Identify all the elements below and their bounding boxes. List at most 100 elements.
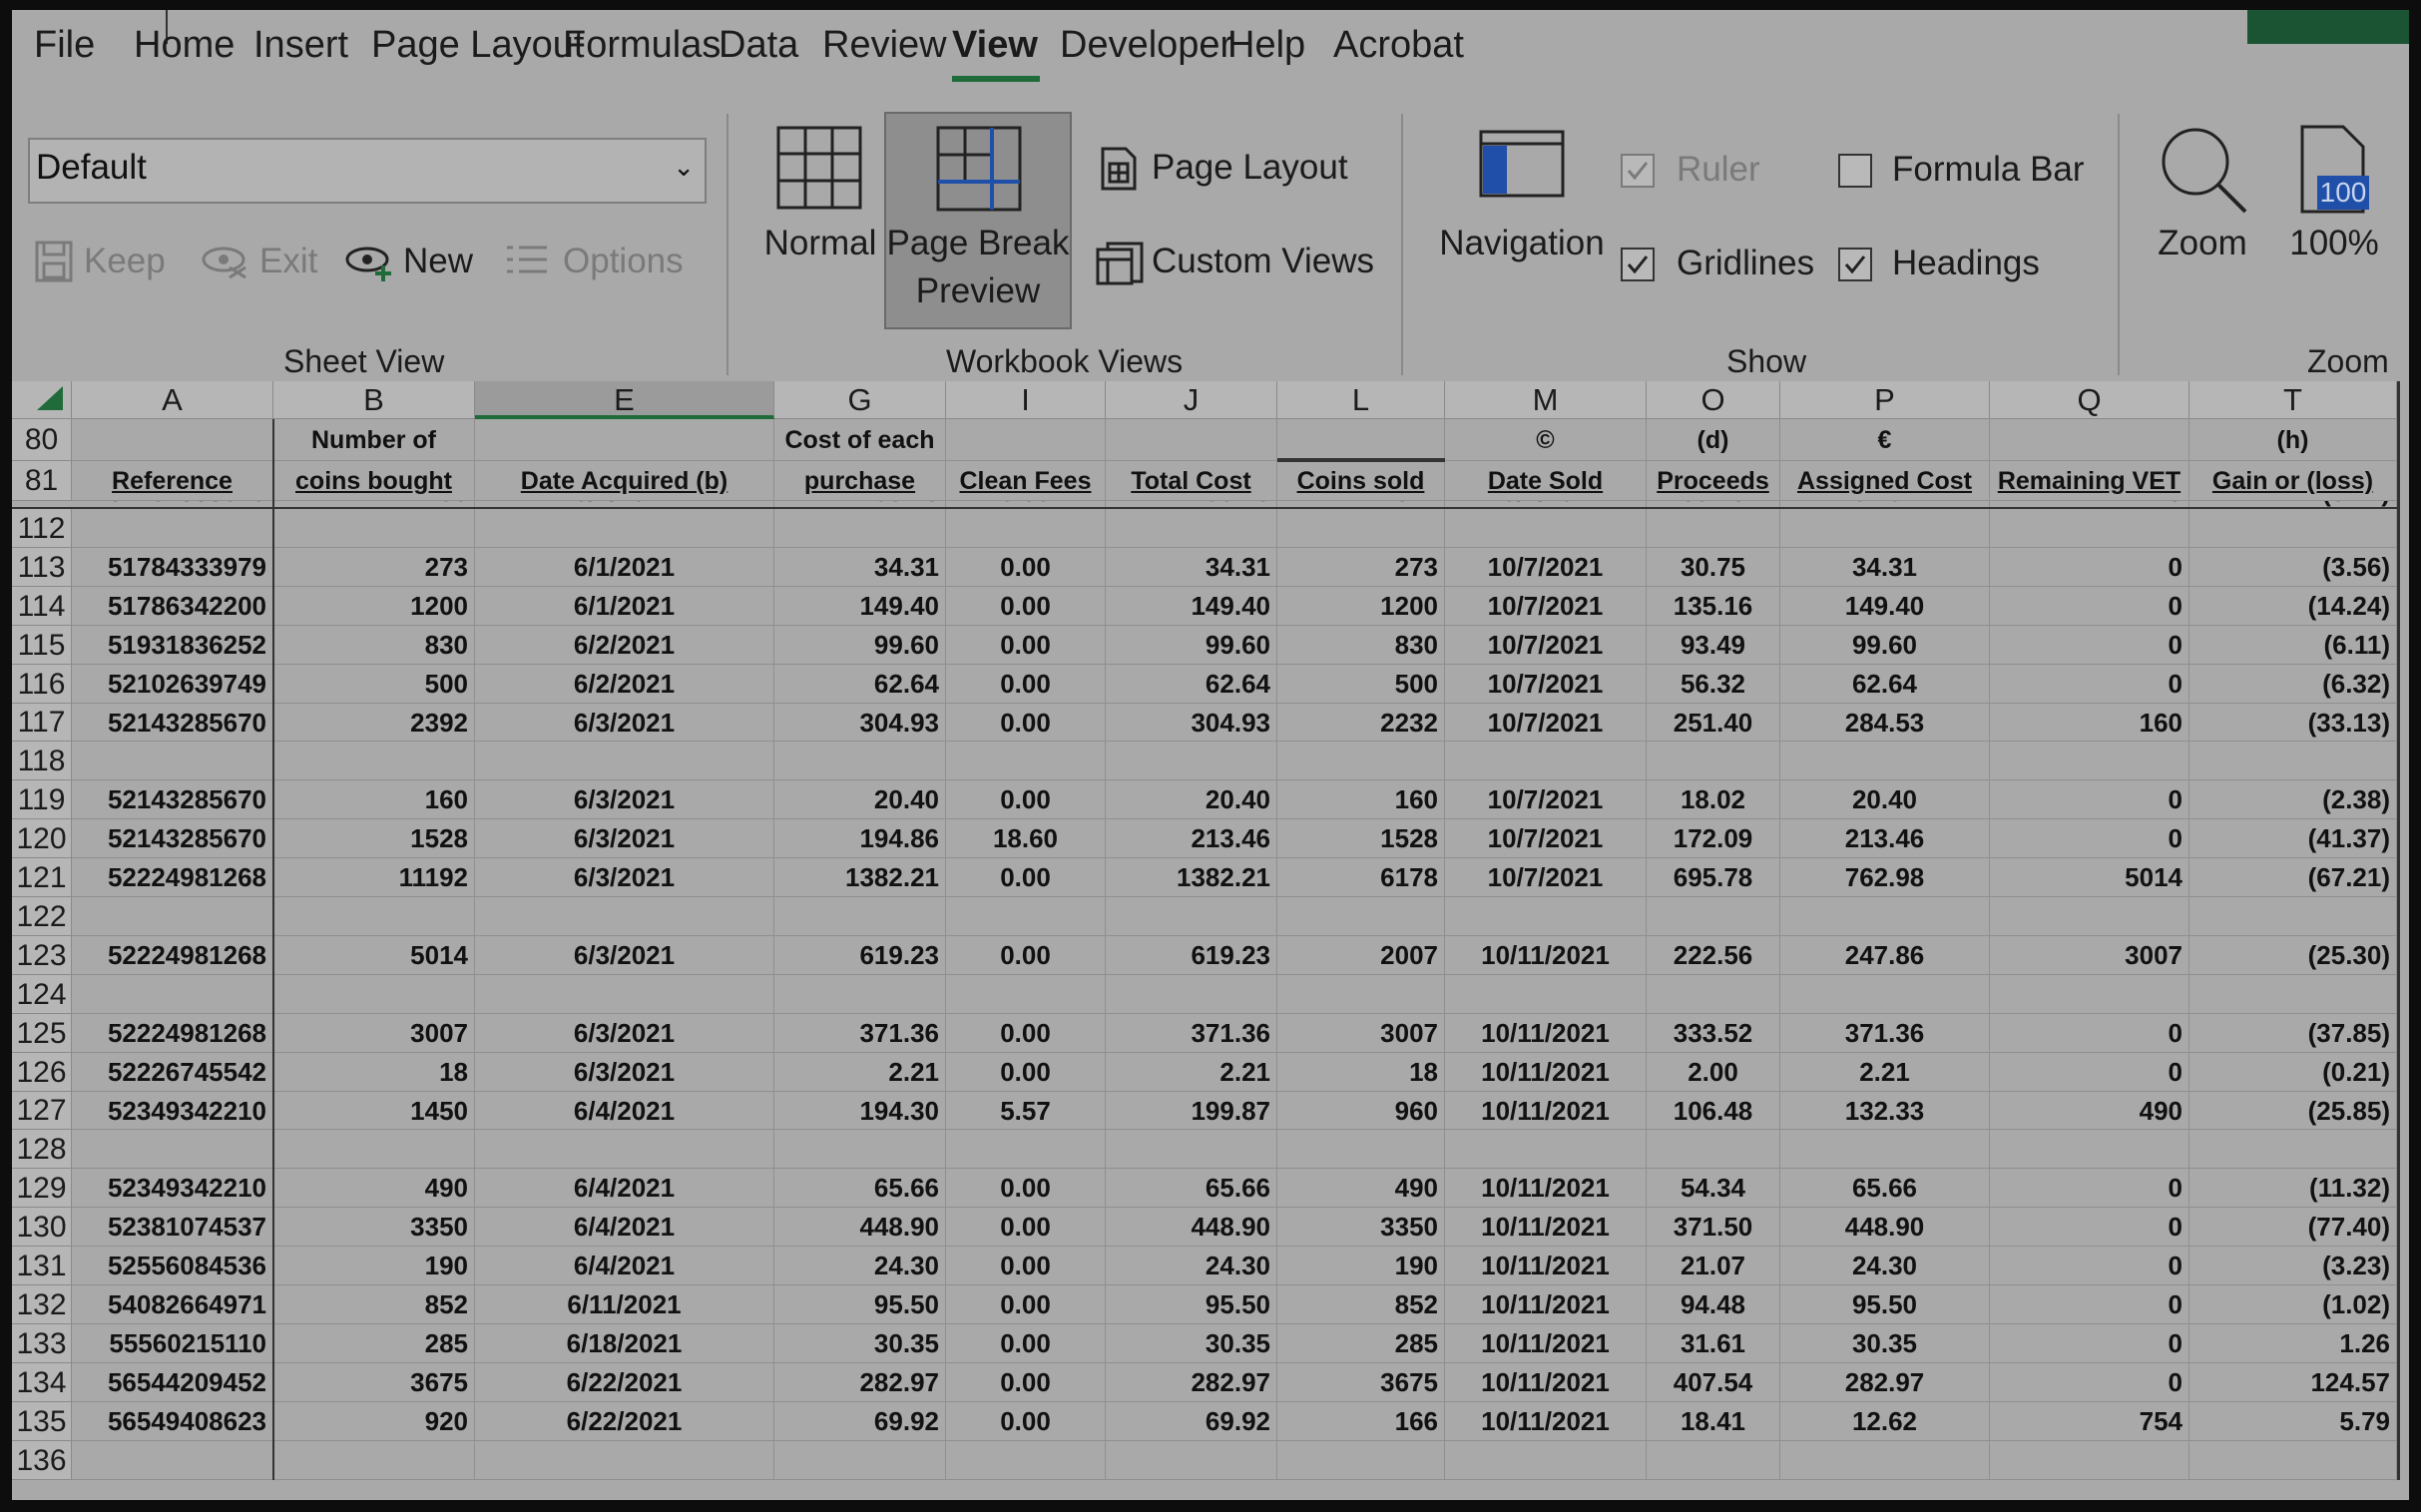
table-cell[interactable] [273, 1441, 475, 1480]
table-cell[interactable]: 10/11/2021 [1445, 1247, 1647, 1285]
row-header[interactable]: 115 [12, 626, 72, 665]
table-cell[interactable]: 30.75 [1647, 548, 1780, 587]
zoom-button[interactable]: Zoom [2140, 220, 2265, 267]
table-cell[interactable]: 52226745542 [72, 1053, 273, 1092]
table-cell[interactable] [1990, 509, 2189, 548]
column-header-j[interactable]: J [1106, 381, 1277, 419]
sheet-view-dropdown[interactable]: Default ⌄ [28, 138, 707, 204]
table-cell[interactable]: 65.66 [1780, 1169, 1990, 1208]
row-header[interactable]: 136 [12, 1441, 72, 1480]
table-cell[interactable] [72, 509, 273, 548]
table-cell[interactable]: 18.02 [1647, 780, 1780, 819]
table-cell[interactable] [1445, 897, 1647, 936]
table-cell[interactable]: 56549408623 [72, 1402, 273, 1441]
table-cell[interactable]: 10/11/2021 [1445, 936, 1647, 975]
table-cell[interactable] [946, 509, 1106, 548]
table-cell[interactable]: 51786342200 [72, 587, 273, 626]
table-cell[interactable]: 0.00 [946, 1402, 1106, 1441]
table-cell[interactable]: 31.61 [1647, 1324, 1780, 1363]
table-cell[interactable]: (2.38) [2189, 780, 2397, 819]
table-cell[interactable]: 93.49 [1647, 626, 1780, 665]
zoom-100-button[interactable]: 100% [2279, 220, 2389, 267]
table-cell[interactable]: 6/18/2021 [475, 1324, 774, 1363]
table-cell[interactable]: 6/3/2021 [475, 819, 774, 858]
row-header[interactable]: 130 [12, 1208, 72, 1247]
table-cell[interactable]: 12.62 [1780, 1402, 1990, 1441]
table-cell[interactable]: 285 [1277, 1324, 1445, 1363]
normal-view-button[interactable]: Normal [758, 220, 882, 267]
table-cell[interactable]: 0.00 [946, 858, 1106, 897]
table-cell[interactable]: 190 [273, 1247, 475, 1285]
table-cell[interactable] [72, 897, 273, 936]
table-cell[interactable]: 371.50 [1647, 1208, 1780, 1247]
table-cell[interactable]: 1382.21 [1106, 858, 1277, 897]
table-cell[interactable]: 247.86 [1780, 936, 1990, 975]
tab-formulas[interactable]: Formulas [563, 24, 721, 67]
table-cell[interactable]: 10/7/2021 [1445, 665, 1647, 704]
table-cell[interactable]: 30.35 [1106, 1324, 1277, 1363]
table-cell[interactable]: 920 [273, 1402, 475, 1441]
table-cell[interactable]: 1382.21 [774, 858, 946, 897]
header-cell[interactable] [72, 419, 273, 461]
header-cell[interactable]: Assigned Cost [1780, 461, 1990, 501]
table-cell[interactable]: 1528 [1277, 819, 1445, 858]
header-cell[interactable] [475, 419, 774, 461]
table-cell[interactable]: 10/11/2021 [1445, 1208, 1647, 1247]
header-cell[interactable]: © [1445, 419, 1647, 461]
table-cell[interactable]: 448.90 [1106, 1208, 1277, 1247]
table-cell[interactable] [1647, 1130, 1780, 1169]
row-header[interactable]: 135 [12, 1402, 72, 1441]
table-cell[interactable]: 69.92 [774, 1402, 946, 1441]
table-cell[interactable] [475, 897, 774, 936]
table-cell[interactable]: 18 [273, 1053, 475, 1092]
table-cell[interactable]: 10/7/2021 [1445, 626, 1647, 665]
table-cell[interactable] [72, 1441, 273, 1480]
table-cell[interactable]: 34.31 [774, 548, 946, 587]
table-cell[interactable]: 62.64 [1106, 665, 1277, 704]
table-cell[interactable]: 6/3/2021 [475, 1053, 774, 1092]
row-header[interactable]: 121 [12, 858, 72, 897]
table-cell[interactable]: 94.48 [1647, 1285, 1780, 1324]
table-cell[interactable]: 52143285670 [72, 780, 273, 819]
table-cell[interactable]: 0.00 [946, 587, 1106, 626]
header-cell[interactable] [1990, 419, 2189, 461]
table-cell[interactable]: 490 [1990, 1092, 2189, 1130]
table-cell[interactable]: 95.50 [1780, 1285, 1990, 1324]
column-header-t[interactable]: T [2189, 381, 2397, 419]
exit-button[interactable]: Exit [259, 242, 317, 281]
tab-file[interactable]: File [34, 24, 95, 67]
table-cell[interactable]: 0.00 [946, 1324, 1106, 1363]
table-cell[interactable] [2189, 742, 2397, 780]
table-cell[interactable]: 3007 [273, 1014, 475, 1053]
table-cell[interactable] [946, 742, 1106, 780]
row-header[interactable]: 122 [12, 897, 72, 936]
row-header[interactable]: 129 [12, 1169, 72, 1208]
tab-help[interactable]: Help [1227, 24, 1305, 67]
table-cell[interactable]: 830 [273, 626, 475, 665]
table-cell[interactable]: 5.79 [2189, 1402, 2397, 1441]
header-cell[interactable]: Date Sold [1445, 461, 1647, 501]
table-cell[interactable]: 30.35 [774, 1324, 946, 1363]
tab-home[interactable]: Home [134, 24, 235, 67]
table-cell[interactable]: (33.13) [2189, 704, 2397, 742]
table-cell[interactable] [1277, 1130, 1445, 1169]
table-cell[interactable]: 160 [1277, 780, 1445, 819]
table-cell[interactable]: 0.00 [946, 548, 1106, 587]
table-cell[interactable]: 172.09 [1647, 819, 1780, 858]
table-cell[interactable]: 3675 [273, 1363, 475, 1402]
table-cell[interactable]: 2232 [1277, 704, 1445, 742]
table-cell[interactable]: 52224981268 [72, 858, 273, 897]
table-cell[interactable]: 0.00 [946, 1363, 1106, 1402]
table-cell[interactable]: 1450 [273, 1092, 475, 1130]
table-cell[interactable]: 56.32 [1647, 665, 1780, 704]
table-cell[interactable] [273, 742, 475, 780]
table-cell[interactable]: 695.78 [1647, 858, 1780, 897]
table-cell[interactable]: 0 [1990, 780, 2189, 819]
table-cell[interactable] [1647, 897, 1780, 936]
table-cell[interactable]: 0 [1990, 819, 2189, 858]
table-cell[interactable]: 6/3/2021 [475, 936, 774, 975]
table-cell[interactable]: 149.40 [1106, 587, 1277, 626]
row-header[interactable]: 125 [12, 1014, 72, 1053]
table-cell[interactable]: 160 [273, 780, 475, 819]
table-cell[interactable]: 0.00 [946, 1285, 1106, 1324]
